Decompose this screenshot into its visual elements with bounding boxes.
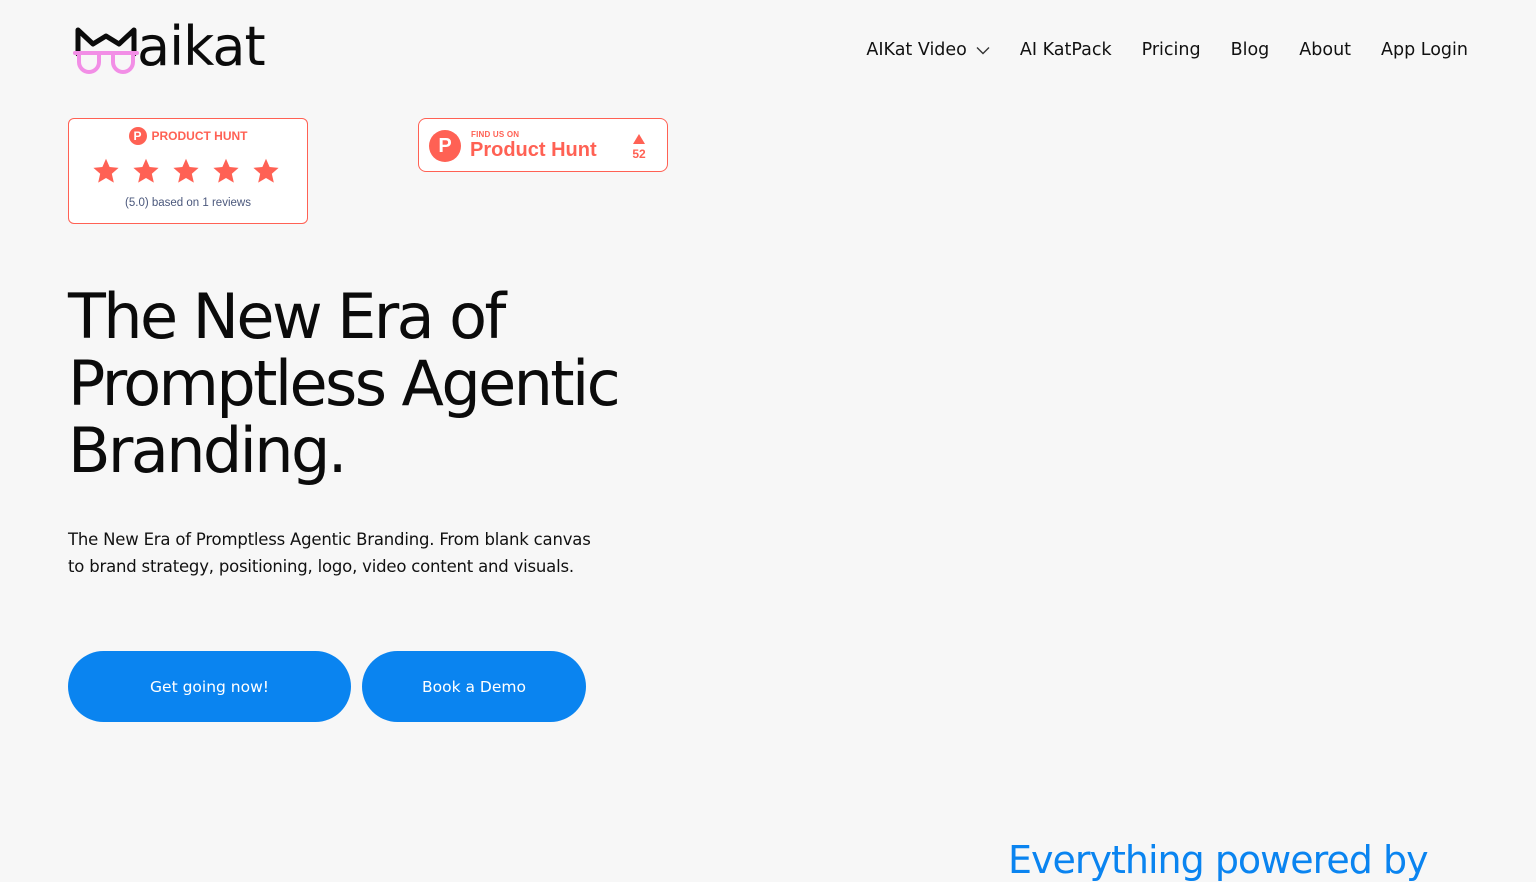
hero-title: The New Era of Promptless Agentic Brandi… xyxy=(68,283,708,484)
upvote-count: 52 xyxy=(632,147,646,161)
nav-item-aikat-video[interactable]: AIKat Video xyxy=(866,36,990,64)
nav-item-label: About xyxy=(1299,40,1352,60)
hero-title-line: Promptless Agentic xyxy=(68,347,621,420)
nav-item-label: AI KatPack xyxy=(1019,40,1112,60)
badge-tagline: FIND US ON xyxy=(471,130,520,139)
product-hunt-icon: P xyxy=(429,130,461,162)
section-heading: Everything powered by xyxy=(1008,838,1429,882)
hero-title-line: Branding. xyxy=(68,414,347,487)
star-icon xyxy=(92,157,120,190)
hero-description: The New Era of Promptless Agentic Brandi… xyxy=(68,530,591,576)
rating-stars xyxy=(92,157,280,190)
rating-caption: (5.0) based on 1 reviews xyxy=(125,197,251,209)
book-demo-button[interactable]: Book a Demo xyxy=(362,651,586,722)
nav-item-app-login[interactable]: App Login xyxy=(1381,36,1468,64)
nav-item-blog[interactable]: Blog xyxy=(1231,36,1270,64)
star-icon xyxy=(172,157,200,190)
nav-item-pricing[interactable]: Pricing xyxy=(1142,36,1201,64)
nav-item-label: Pricing xyxy=(1141,40,1201,60)
hero-title-line: The New Era of xyxy=(68,280,506,353)
star-icon xyxy=(212,157,240,190)
star-icon xyxy=(252,157,280,190)
cat-face-glasses-icon xyxy=(73,24,139,76)
nav-item-ai-katpack[interactable]: AI KatPack xyxy=(1020,36,1112,64)
chevron-down-icon xyxy=(976,36,990,64)
badge-name: Product Hunt xyxy=(470,139,597,161)
nav-item-label: App Login xyxy=(1381,40,1468,60)
nav-item-label: Blog xyxy=(1230,40,1270,60)
logo-wordmark: aikat xyxy=(137,15,266,78)
get-going-button[interactable]: Get going now! xyxy=(68,651,351,722)
brand-logo[interactable]: aikat xyxy=(73,15,313,78)
nav-item-label: AIKat Video xyxy=(866,40,967,60)
product-hunt-rating-widget[interactable]: P PRODUCT HUNT (5.0) based on 1 reviews xyxy=(68,118,308,224)
main-nav: AIKat Video AI KatPack Pricing Blog Abou… xyxy=(836,36,1468,64)
product-hunt-badge[interactable]: P FIND US ON Product Hunt 52 xyxy=(418,118,668,172)
product-hunt-icon: P xyxy=(128,127,147,145)
product-hunt-rating-header: P PRODUCT HUNT xyxy=(69,127,307,145)
star-icon xyxy=(132,157,160,190)
product-hunt-label: PRODUCT HUNT xyxy=(151,129,248,143)
nav-item-about[interactable]: About xyxy=(1299,36,1351,64)
